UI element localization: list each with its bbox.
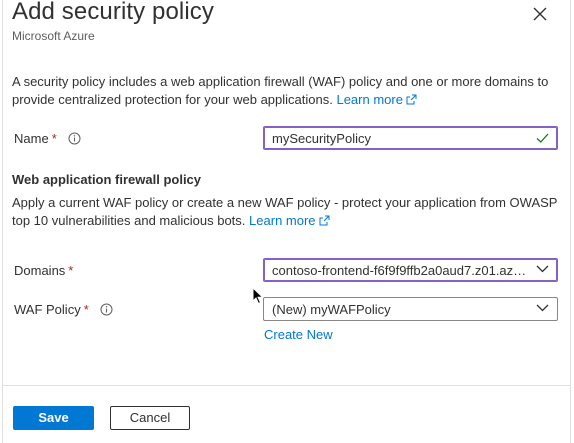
waf-policy-label: WAF Policy * [14, 302, 113, 317]
required-asterisk: * [68, 263, 74, 278]
learn-more-link[interactable]: Learn more [336, 92, 402, 107]
domains-dropdown[interactable]: contoso-frontend-f6f9f9ffb2a0aud7.z01.az… [263, 258, 558, 282]
name-label-text: Name [14, 131, 49, 146]
chevron-down-icon [536, 265, 549, 273]
close-icon[interactable] [530, 4, 550, 24]
footer-divider [2, 385, 571, 386]
info-icon[interactable] [100, 303, 113, 316]
name-label: Name * [14, 131, 81, 146]
name-input-value: mySecurityPolicy [272, 131, 371, 146]
waf-policy-dropdown[interactable]: (New) myWAFPolicy [263, 297, 558, 321]
intro-description: A security policy includes a web applica… [12, 73, 557, 109]
required-asterisk: * [83, 302, 89, 317]
waf-section-description: Apply a current WAF policy or create a n… [12, 194, 560, 230]
intro-text: A security policy includes a web applica… [12, 74, 549, 107]
cancel-button[interactable]: Cancel [110, 406, 190, 430]
waf-policy-dropdown-value: (New) myWAFPolicy [272, 302, 391, 317]
panel-title: Add security policy [12, 0, 214, 25]
external-link-icon[interactable] [406, 94, 417, 105]
waf-policy-label-text: WAF Policy [14, 302, 81, 317]
domains-label-text: Domains [14, 263, 66, 278]
save-button[interactable]: Save [13, 406, 94, 430]
waf-section-title: Web application firewall policy [12, 172, 202, 187]
chevron-down-icon [536, 304, 549, 312]
mouse-cursor-icon [252, 287, 264, 305]
create-new-link[interactable]: Create New [264, 327, 333, 342]
name-input[interactable]: mySecurityPolicy [263, 126, 558, 150]
info-icon[interactable] [68, 132, 81, 145]
domains-label: Domains * [14, 263, 73, 278]
domains-dropdown-value: contoso-frontend-f6f9f9ffb2a0aud7.z01.az… [272, 263, 527, 278]
waf-learn-more-link[interactable]: Learn more [249, 213, 315, 228]
external-link-icon[interactable] [319, 215, 330, 226]
checkmark-icon [536, 133, 549, 143]
panel-subtitle: Microsoft Azure [12, 29, 95, 43]
required-asterisk: * [51, 131, 57, 146]
